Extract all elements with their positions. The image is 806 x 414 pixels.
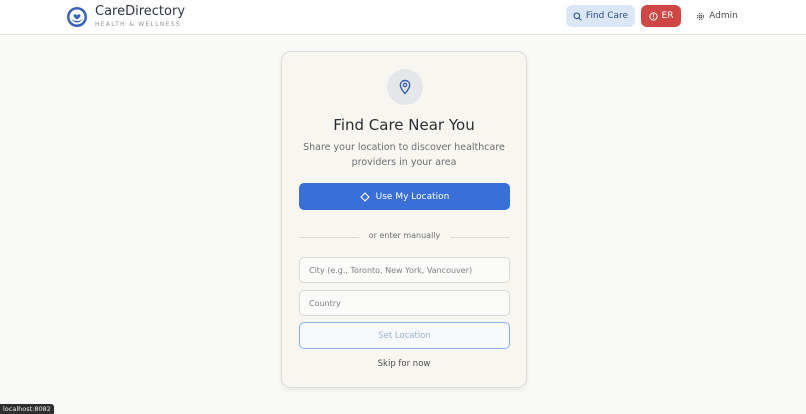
- set-location-label: Set Location: [378, 330, 431, 341]
- find-care-label: Find Care: [585, 11, 629, 21]
- divider-text: or enter manually: [368, 231, 441, 240]
- alert-circle-icon: [648, 11, 658, 21]
- top-navigation-bar: CareDirectory HEALTH & WELLNESS Find Car…: [0, 0, 806, 35]
- er-button[interactable]: ER: [641, 5, 681, 27]
- map-pin-icon: [399, 79, 411, 95]
- admin-label: Admin: [709, 11, 738, 21]
- brand-tagline: HEALTH & WELLNESS: [95, 21, 181, 28]
- card-title: Find Care Near You: [333, 116, 475, 134]
- search-icon: [573, 11, 582, 21]
- use-my-location-label: Use My Location: [375, 191, 450, 202]
- set-location-button[interactable]: Set Location: [299, 322, 510, 349]
- country-input[interactable]: [299, 290, 510, 316]
- er-label: ER: [661, 11, 674, 21]
- card-header-icon-wrap: [387, 69, 423, 105]
- caredirectory-logo-icon: [67, 6, 87, 27]
- skip-for-now-link[interactable]: Skip for now: [282, 359, 526, 369]
- card-subtitle: Share your location to discover healthca…: [303, 142, 505, 168]
- brand-name: CareDirectory: [95, 4, 186, 19]
- crosshair-icon: [359, 191, 370, 202]
- gear-icon: [697, 12, 705, 20]
- admin-button[interactable]: Admin: [692, 5, 742, 27]
- city-input[interactable]: [299, 257, 510, 283]
- divider-line-right: [450, 237, 510, 238]
- status-bar-url: localhost:8082: [0, 404, 54, 414]
- divider: or enter manually: [299, 231, 510, 243]
- location-card: Find Care Near You Share your location t…: [281, 51, 527, 388]
- use-my-location-button[interactable]: Use My Location: [299, 183, 510, 210]
- find-care-button[interactable]: Find Care: [566, 5, 635, 27]
- brand[interactable]: CareDirectory HEALTH & WELLNESS: [66, 5, 185, 28]
